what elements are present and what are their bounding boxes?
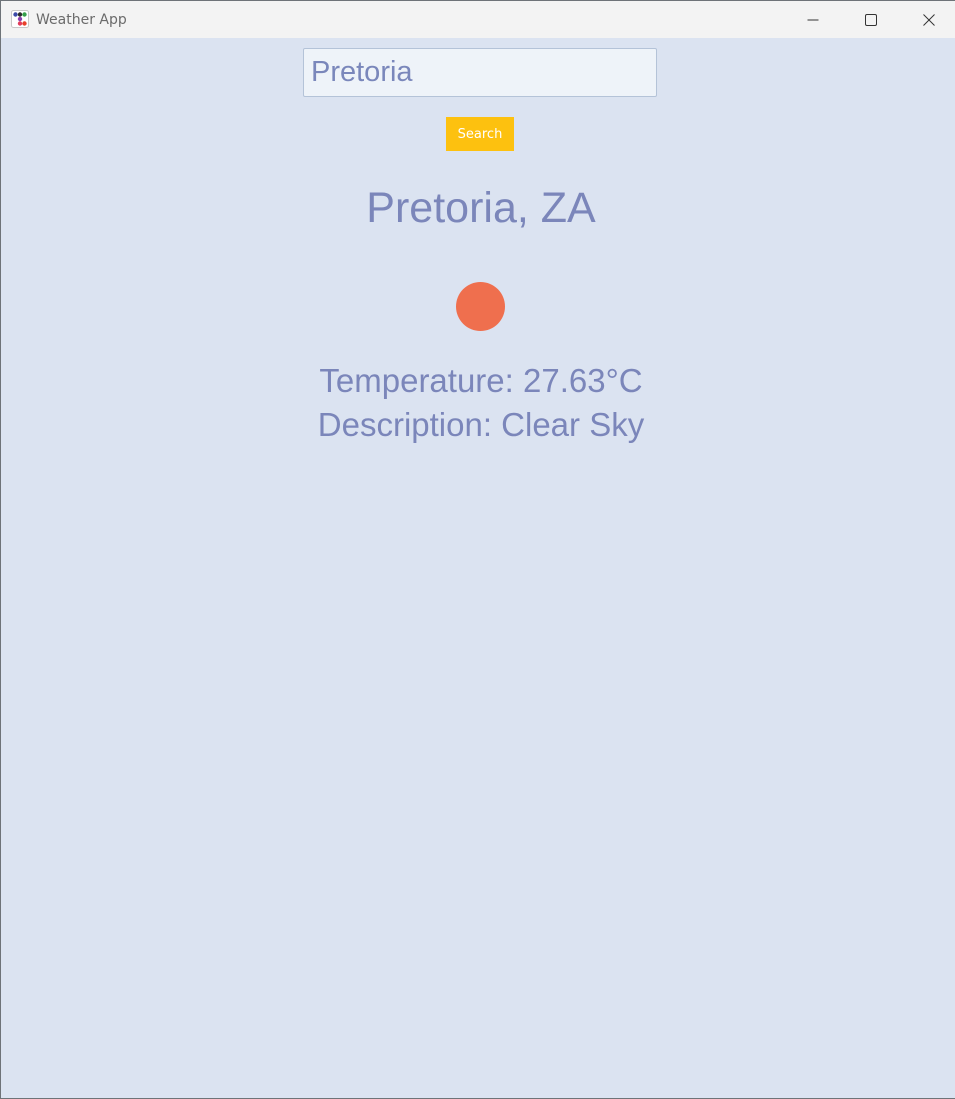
city-name: Pretoria, ZA bbox=[366, 184, 596, 232]
app-window: Weather App Search Pretoria, ZA Temperat… bbox=[0, 0, 955, 1099]
city-search-input[interactable] bbox=[303, 48, 657, 97]
minimize-button[interactable] bbox=[784, 1, 842, 38]
maximize-button[interactable] bbox=[842, 1, 900, 38]
temperature-text: Temperature: 27.63°C bbox=[319, 362, 643, 399]
app-icon bbox=[11, 10, 29, 28]
window-title: Weather App bbox=[36, 12, 127, 28]
close-button[interactable] bbox=[900, 1, 955, 38]
description-text: Description: Clear Sky bbox=[317, 406, 645, 443]
maximize-icon bbox=[865, 13, 877, 26]
weather-circle-icon bbox=[456, 282, 505, 331]
minimize-icon bbox=[807, 19, 819, 20]
close-icon bbox=[923, 13, 935, 26]
search-button[interactable]: Search bbox=[446, 117, 514, 151]
title-bar[interactable]: Weather App bbox=[1, 1, 955, 38]
